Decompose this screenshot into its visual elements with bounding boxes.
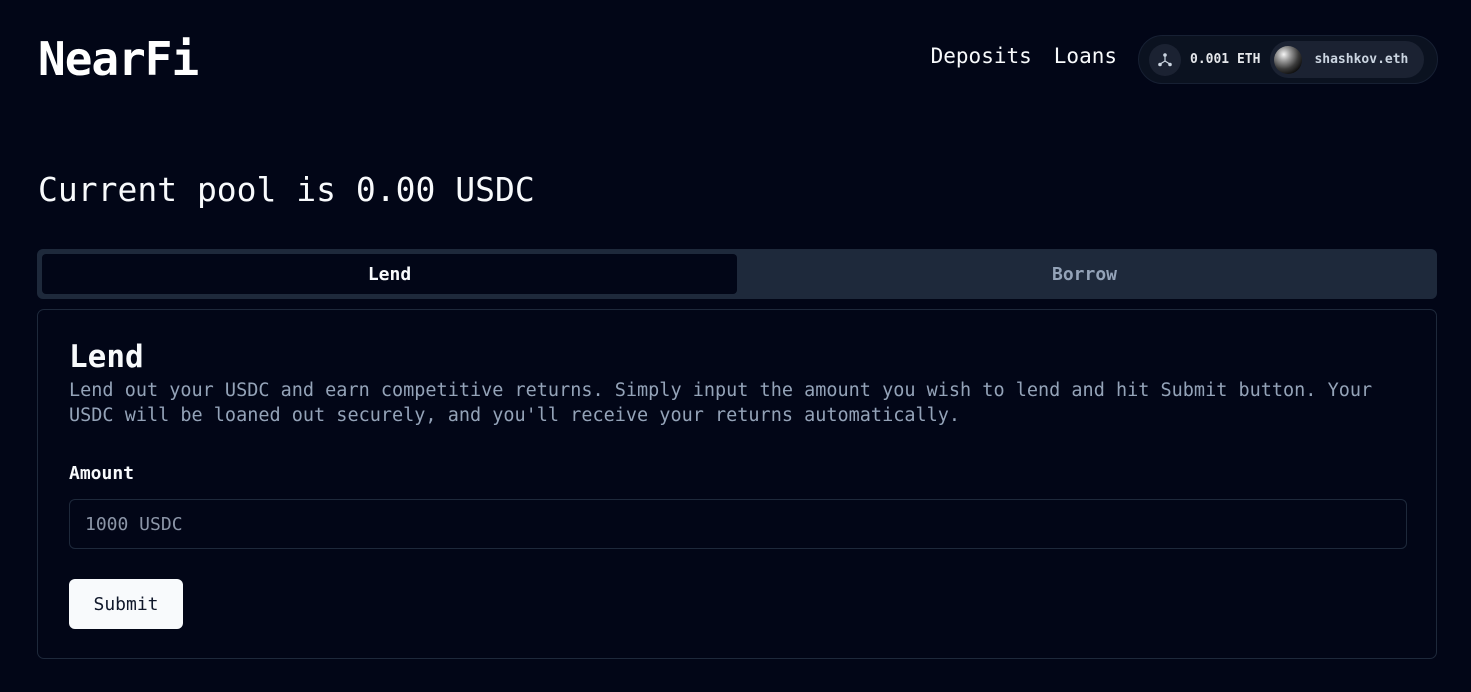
- wallet-connect-button[interactable]: 0.001 ETH shashkov.eth: [1138, 35, 1438, 84]
- account-button[interactable]: shashkov.eth: [1270, 41, 1425, 78]
- lend-card: Lend Lend out your USDC and earn competi…: [37, 309, 1437, 659]
- network-icon[interactable]: [1149, 43, 1181, 76]
- nav-link-deposits[interactable]: Deposits: [931, 44, 1032, 68]
- submit-button[interactable]: Submit: [69, 579, 183, 629]
- lend-borrow-tabs: Lend Borrow: [37, 249, 1437, 299]
- app-logo[interactable]: NearFi: [38, 30, 199, 88]
- network-glyph: [1158, 52, 1172, 66]
- card-description: Lend out your USDC and earn competitive …: [69, 380, 1373, 426]
- nav-link-loans[interactable]: Loans: [1054, 44, 1117, 68]
- card-title: Lend: [69, 339, 144, 375]
- pool-title: Current pool is 0.00 USDC: [38, 170, 535, 209]
- avatar: [1274, 45, 1303, 74]
- tab-lend[interactable]: Lend: [42, 254, 737, 294]
- app-header: NearFi Deposits Loans 0.001 ETH shashkov…: [0, 0, 1471, 120]
- amount-input[interactable]: [69, 499, 1407, 549]
- main-nav: Deposits Loans: [931, 44, 1117, 68]
- tab-borrow[interactable]: Borrow: [737, 254, 1432, 294]
- wallet-balance[interactable]: 0.001 ETH: [1190, 52, 1260, 67]
- account-name: shashkov.eth: [1314, 52, 1409, 67]
- amount-label: Amount: [69, 463, 135, 484]
